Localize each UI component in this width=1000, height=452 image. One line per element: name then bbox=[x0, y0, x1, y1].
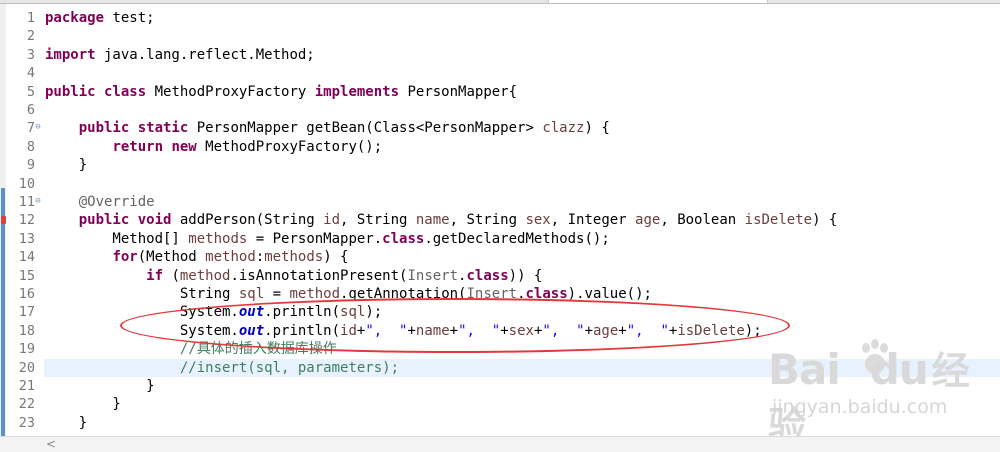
code-text[interactable]: //具体的插入数据库操作 bbox=[45, 340, 337, 358]
code-text[interactable]: public static PersonMapper getBean(Class… bbox=[45, 119, 610, 137]
line-number: 19 bbox=[18, 341, 35, 358]
code-text[interactable]: //insert(sql, parameters); bbox=[45, 359, 399, 377]
line-number: 17 bbox=[18, 304, 35, 321]
code-text[interactable]: for(Method method:methods) { bbox=[45, 248, 348, 266]
line-number: 12 bbox=[18, 212, 35, 229]
line-number: 23 bbox=[18, 414, 35, 431]
code-text[interactable]: System.out.println(sql); bbox=[45, 303, 382, 321]
code-line[interactable]: 13 Method[] methods = PersonMapper.class… bbox=[0, 230, 1000, 248]
code-line[interactable]: 4 bbox=[0, 64, 1000, 82]
code-text[interactable]: import java.lang.reflect.Method; bbox=[45, 46, 315, 64]
code-line[interactable]: 12 public void addPerson(String id, Stri… bbox=[0, 211, 1000, 229]
line-number: 9 bbox=[26, 157, 35, 174]
code-text[interactable]: System.out.println(id+", "+name+", "+sex… bbox=[45, 322, 762, 340]
code-text[interactable]: } bbox=[45, 395, 120, 413]
code-line[interactable]: 20 //insert(sql, parameters); bbox=[0, 358, 1000, 377]
code-text[interactable]: String sql = method.getAnnotation(Insert… bbox=[45, 285, 652, 303]
line-number: 4 bbox=[26, 65, 35, 82]
line-number: 1 bbox=[26, 10, 35, 26]
line-number: 5 bbox=[26, 83, 35, 100]
collapse-icon[interactable]: ⊖ bbox=[34, 197, 42, 206]
code-line[interactable]: 3 import java.lang.reflect.Method; bbox=[0, 46, 1000, 64]
code-line[interactable]: 19 //具体的插入数据库操作 bbox=[0, 340, 1000, 358]
code-text[interactable]: return new MethodProxyFactory(); bbox=[45, 138, 382, 156]
code-text[interactable]: public class MethodProxyFactory implemen… bbox=[45, 83, 517, 101]
code-line[interactable]: 6 bbox=[0, 101, 1000, 119]
code-text[interactable]: Method[] methods = PersonMapper.class.ge… bbox=[45, 230, 609, 248]
line-number: 8 bbox=[26, 138, 35, 155]
code-text[interactable]: public void addPerson(String id, String … bbox=[45, 211, 838, 229]
line-number: 2 bbox=[26, 28, 35, 45]
horizontal-scrollbar[interactable]: < bbox=[0, 436, 1000, 452]
line-number: 6 bbox=[26, 102, 35, 118]
code-line[interactable]: 14 for(Method method:methods) { bbox=[0, 248, 1000, 266]
line-number: 16 bbox=[18, 286, 35, 302]
line-number: 18 bbox=[18, 322, 35, 339]
code-line[interactable]: 1 package test; bbox=[0, 9, 1000, 27]
collapse-icon[interactable]: ⊖ bbox=[34, 123, 42, 132]
code-line[interactable]: 16 String sql = method.getAnnotation(Ins… bbox=[0, 285, 1000, 303]
line-number: 3 bbox=[26, 46, 35, 63]
code-text[interactable]: package test; bbox=[45, 9, 155, 27]
line-number: 13 bbox=[18, 230, 35, 247]
scroll-left-arrow-icon[interactable]: < bbox=[46, 437, 56, 452]
code-line[interactable]: 18 System.out.println(id+", "+name+", "+… bbox=[0, 322, 1000, 340]
code-text[interactable]: } bbox=[45, 414, 87, 432]
line-number: 11 bbox=[18, 194, 35, 210]
code-text[interactable]: if (method.isAnnotationPresent(Insert.cl… bbox=[45, 267, 542, 285]
code-line[interactable]: 11 ⊖ @Override bbox=[0, 193, 1000, 211]
code-line[interactable]: 7 ⊖ public static PersonMapper getBean(Cl… bbox=[0, 119, 1000, 137]
line-number: 21 bbox=[18, 378, 35, 394]
code-editor[interactable]: 1 package test; 2 3 import java.lang.reflect… bbox=[0, 4, 1000, 436]
code-line[interactable]: 21 } bbox=[0, 377, 1000, 395]
code-text[interactable]: } bbox=[45, 377, 154, 395]
line-number: 22 bbox=[18, 396, 35, 413]
line-number: 20 bbox=[18, 359, 35, 376]
line-number: 14 bbox=[18, 249, 35, 266]
code-line[interactable]: 2 bbox=[0, 27, 1000, 45]
code-line[interactable]: 23 } bbox=[0, 414, 1000, 432]
code-line[interactable]: 22 } bbox=[0, 395, 1000, 413]
line-number: 10 bbox=[18, 175, 35, 192]
code-line[interactable]: 8 return new MethodProxyFactory(); bbox=[0, 138, 1000, 156]
line-number: 7 bbox=[26, 120, 35, 137]
code-line[interactable]: 15 if (method.isAnnotationPresent(Insert… bbox=[0, 267, 1000, 285]
line-number: 15 bbox=[18, 267, 35, 284]
code-line[interactable]: 10 bbox=[0, 175, 1000, 193]
code-text[interactable]: } bbox=[45, 156, 87, 174]
code-text[interactable]: @Override bbox=[45, 193, 155, 211]
code-line[interactable]: 17 System.out.println(sql); bbox=[0, 303, 1000, 321]
code-line[interactable]: 9 } bbox=[0, 156, 1000, 174]
code-line[interactable]: 5 public class MethodProxyFactory impleme… bbox=[0, 83, 1000, 101]
